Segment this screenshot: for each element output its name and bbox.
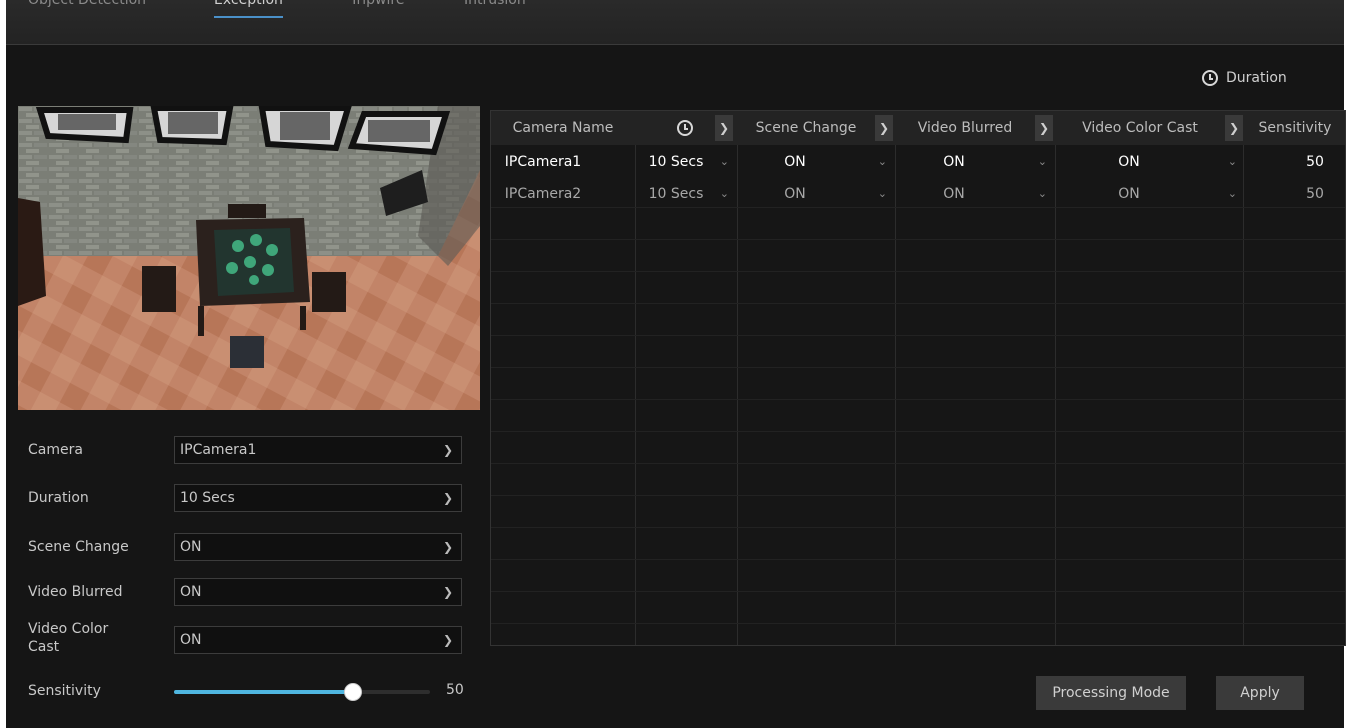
clock-icon [1202,70,1218,86]
chevron-down-icon: ⌄ [719,155,729,168]
column-divider [895,145,896,645]
scene-change-select-value: ON [180,539,202,555]
video-color-cast-cell-value: ON [1118,186,1140,202]
chevron-down-icon[interactable]: ❯ [875,115,893,141]
video-color-cast-cell[interactable]: ON ⌄ [1055,179,1243,209]
column-header-camera-name[interactable]: Camera Name [491,111,635,145]
column-divider [1243,145,1244,645]
video-blurred-cell[interactable]: ON ⌄ [895,147,1053,177]
table-header: Camera Name ❯ Scene Change ❯ Video Blurr… [491,111,1345,145]
scene-change-select[interactable]: ON ❯ [174,533,462,561]
row-divider [491,239,1345,240]
scene-change-cell[interactable]: ON ⌄ [737,179,893,209]
column-header-sensitivity[interactable]: Sensitivity [1245,111,1345,145]
camera-preview [18,106,480,410]
camera-name-cell: IPCamera1 [504,154,582,170]
column-header-video-color-cast[interactable]: Video Color Cast ❯ [1055,111,1243,145]
video-blurred-label: Video Blurred [28,584,123,600]
column-divider [737,145,738,645]
duration-legend: Duration [1202,66,1287,90]
column-divider [635,145,636,645]
chevron-down-icon[interactable]: ❯ [1225,115,1243,141]
row-divider [491,303,1345,304]
row-divider [491,463,1345,464]
video-blurred-cell-value: ON [943,186,965,202]
chevron-down-icon: ❯ [442,633,453,647]
duration-label: Duration [28,490,89,506]
duration-cell[interactable]: 10 Secs ⌄ [635,147,735,177]
tab-tripwire[interactable]: Tripwire [350,0,404,8]
chevron-down-icon: ❯ [442,443,453,457]
row-divider [491,335,1345,336]
sensitivity-cell[interactable]: 50 [1243,147,1343,177]
sensitivity-slider[interactable] [174,683,430,701]
video-color-cast-select-value: ON [180,632,202,648]
chevron-down-icon: ❯ [442,491,453,505]
row-divider [491,591,1345,592]
sensitivity-slider-thumb[interactable] [344,683,363,701]
column-divider [1055,145,1056,645]
tab-exception[interactable]: Exception [214,0,283,18]
exception-settings-window: Object Detection Exception Tripwire Intr… [6,0,1346,728]
duration-select-value: 10 Secs [180,490,235,506]
row-divider [491,399,1345,400]
chevron-down-icon: ⌄ [877,155,887,168]
column-header-video-blurred[interactable]: Video Blurred ❯ [895,111,1053,145]
chevron-down-icon[interactable]: ❯ [715,115,733,141]
duration-select[interactable]: 10 Secs ❯ [174,484,462,512]
camera-select[interactable]: IPCamera1 ❯ [174,436,462,464]
column-header-video-blurred-label: Video Blurred [917,120,1013,136]
column-header-scene-change[interactable]: Scene Change ❯ [737,111,893,145]
chevron-down-icon: ⌄ [1227,155,1237,168]
row-divider [491,495,1345,496]
scene-change-cell[interactable]: ON ⌄ [737,147,893,177]
tab-object-detection[interactable]: Object Detection [28,0,146,8]
apply-button[interactable]: Apply [1216,676,1304,710]
duration-legend-label: Duration [1226,70,1287,86]
sensitivity-value: 50 [446,682,464,698]
sensitivity-cell[interactable]: 50 [1243,179,1343,209]
row-divider [491,527,1345,528]
row-divider [491,431,1345,432]
sensitivity-slider-fill [174,690,354,694]
scene-change-cell-value: ON [784,186,806,202]
chevron-down-icon: ❯ [442,585,453,599]
video-color-cast-select[interactable]: ON ❯ [174,626,462,654]
chevron-down-icon: ⌄ [719,187,729,200]
chevron-down-icon[interactable]: ❯ [1035,115,1053,141]
sensitivity-label: Sensitivity [28,683,101,699]
camera-name-cell: IPCamera2 [504,186,582,202]
row-divider [491,271,1345,272]
tab-bar: Object Detection Exception Tripwire Intr… [6,0,1344,45]
video-color-cast-cell-value: ON [1118,154,1140,170]
column-header-duration[interactable]: ❯ [635,111,735,145]
video-blurred-select[interactable]: ON ❯ [174,578,462,606]
chevron-down-icon: ⌄ [877,187,887,200]
row-divider [491,367,1345,368]
video-blurred-select-value: ON [180,584,202,600]
chevron-down-icon: ⌄ [1037,155,1047,168]
chevron-down-icon: ⌄ [1227,187,1237,200]
camera-label: Camera [28,442,83,458]
row-divider [491,623,1345,624]
camera-exception-table: Camera Name ❯ Scene Change ❯ Video Blurr… [490,110,1346,646]
duration-cell-value: 10 Secs [648,154,704,170]
scene-change-cell-value: ON [784,154,806,170]
chevron-down-icon: ❯ [442,540,453,554]
video-color-cast-label: Video Color Cast [28,621,109,655]
duration-cell[interactable]: 10 Secs ⌄ [635,179,735,209]
video-blurred-cell-value: ON [943,154,965,170]
processing-mode-button[interactable]: Processing Mode [1036,676,1186,710]
chevron-down-icon: ⌄ [1037,187,1047,200]
column-header-video-color-cast-label: Video Color Cast [1082,120,1198,136]
video-color-cast-cell[interactable]: ON ⌄ [1055,147,1243,177]
duration-cell-value: 10 Secs [648,186,704,202]
clock-icon [677,120,693,136]
video-blurred-cell[interactable]: ON ⌄ [895,179,1053,209]
scene-change-label: Scene Change [28,539,129,555]
row-divider [491,559,1345,560]
column-header-scene-change-label: Scene Change [755,120,857,136]
tab-intrusion[interactable]: Intrusion [464,0,526,8]
camera-select-value: IPCamera1 [180,442,257,458]
